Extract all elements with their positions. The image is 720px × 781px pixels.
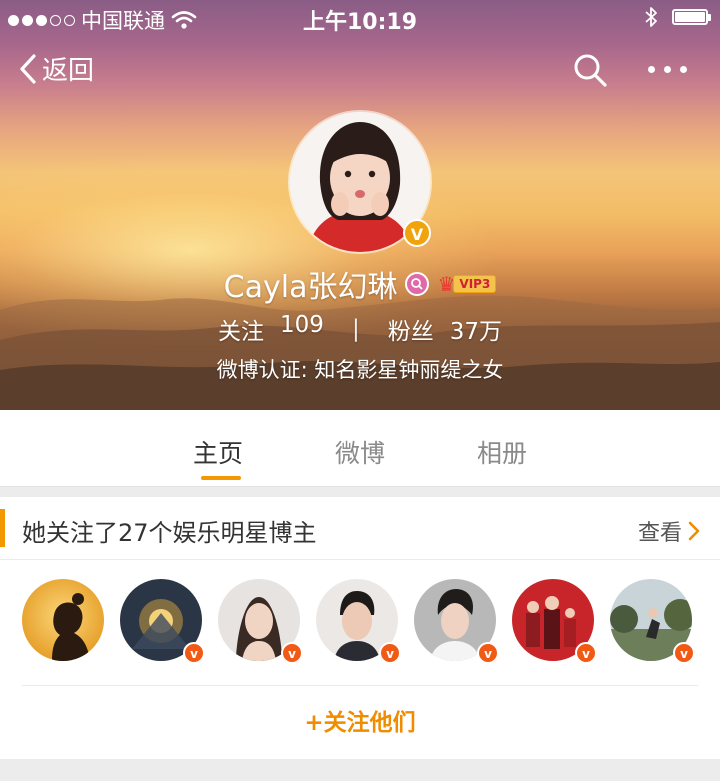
profile-name: Cayla张幻琳 <box>223 270 398 305</box>
view-more-label: 查看 <box>637 521 682 546</box>
back-label: 返回 <box>42 56 95 86</box>
bluetooth-icon <box>645 7 657 27</box>
avatar[interactable] <box>22 579 104 661</box>
following-count: 109 <box>280 312 324 338</box>
followed-avatars: v v v v v v <box>22 579 695 664</box>
verified-badge-icon: v <box>379 642 401 664</box>
tab-weibo[interactable]: 微博 <box>289 410 431 486</box>
verified-badge-icon: v <box>183 642 205 664</box>
followed-avatar[interactable]: v <box>512 579 597 664</box>
chevron-right-icon <box>688 521 700 541</box>
vip-badge[interactable]: ♛ VIP3 <box>437 272 497 296</box>
followed-avatar[interactable]: v <box>316 579 401 664</box>
profile-tabs: 主页 微博 相册 <box>0 410 720 487</box>
following-label: 关注 <box>218 319 265 345</box>
view-more-link[interactable]: 查看 <box>638 515 700 547</box>
tab-album-label: 相册 <box>476 439 527 468</box>
more-icon-dot <box>680 66 687 73</box>
active-tab-indicator <box>201 476 241 480</box>
following-stat[interactable]: 关注 109 <box>218 312 324 346</box>
fan-badge-icon[interactable] <box>405 272 430 296</box>
followers-stat[interactable]: 粉丝 37万 <box>388 312 502 346</box>
search-button[interactable] <box>572 52 608 92</box>
chevron-left-icon <box>20 53 36 84</box>
name-row: Cayla张幻琳 ♛ VIP3 <box>0 262 720 306</box>
card-divider <box>22 685 698 686</box>
follow-all-button[interactable]: +关注他们 <box>0 703 720 737</box>
section-accent-bar <box>0 509 5 547</box>
verified-badge-icon: v <box>575 642 597 664</box>
followed-avatar[interactable]: v <box>218 579 303 664</box>
back-button[interactable]: 返回 <box>18 50 94 87</box>
followers-label: 粉丝 <box>387 319 434 345</box>
status-right <box>644 6 711 28</box>
more-icon-dot <box>648 66 655 73</box>
battery-icon <box>672 9 711 25</box>
verified-badge-icon: V <box>403 219 431 247</box>
verified-badge-icon: v <box>673 642 695 664</box>
following-card: 她关注了27个娱乐明星博主 查看 v v v v v v +关注他们 <box>0 497 720 759</box>
followed-avatar[interactable] <box>22 579 104 661</box>
tab-home-label: 主页 <box>192 439 243 468</box>
vip-label: VIP3 <box>453 275 497 293</box>
nav-bar: 返回 <box>0 46 720 96</box>
profile-stats: 关注 109 | 粉丝 37万 <box>0 312 720 346</box>
verification-text: 微博认证: 知名影星钟丽缇之女 <box>216 358 504 382</box>
verified-badge-icon: v <box>281 642 303 664</box>
followers-count: 37万 <box>449 319 502 345</box>
search-icon <box>574 54 607 87</box>
followed-avatar[interactable]: v <box>414 579 499 664</box>
verified-badge-icon: v <box>477 642 499 664</box>
followed-avatar[interactable]: v <box>120 579 205 664</box>
profile-avatar-wrap[interactable]: V <box>290 112 431 252</box>
following-card-title: 她关注了27个娱乐明星博主 <box>22 519 317 547</box>
following-card-header: 她关注了27个娱乐明星博主 查看 <box>0 497 720 560</box>
clock: 上午10:19 <box>302 10 418 35</box>
profile-cover: 中国联通 上午10:19 返回 V Cayla张幻琳 ♛ VIP3 关注 109… <box>0 0 720 410</box>
tab-home[interactable]: 主页 <box>147 410 289 486</box>
stats-separator: | <box>351 316 360 342</box>
more-button[interactable] <box>648 66 687 73</box>
more-icon-dot <box>664 66 671 73</box>
tab-weibo-label: 微博 <box>334 439 385 468</box>
tab-album[interactable]: 相册 <box>431 410 573 486</box>
status-bar: 中国联通 上午10:19 <box>0 0 720 35</box>
followed-avatar[interactable]: v <box>610 579 695 664</box>
